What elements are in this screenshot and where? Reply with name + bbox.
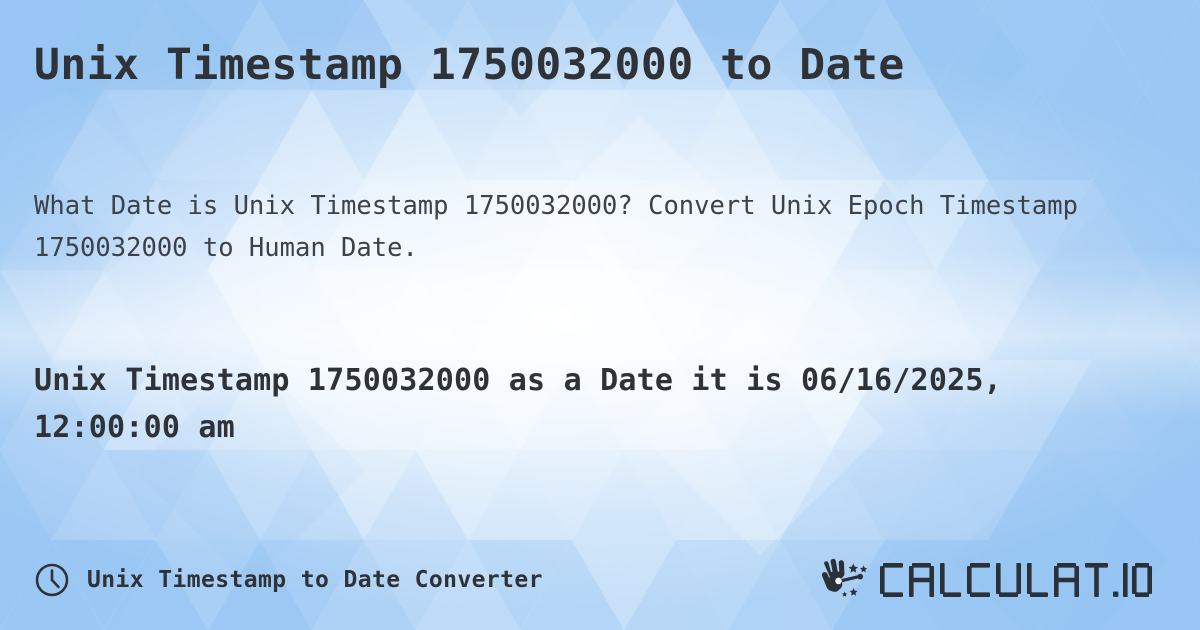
footer-brand: Unix Timestamp to Date Converter	[34, 562, 543, 598]
footer-label: Unix Timestamp to Date Converter	[87, 567, 543, 593]
page-title: Unix Timestamp 1750032000 to Date	[34, 40, 905, 90]
conversion-result: Unix Timestamp 1750032000 as a Date it i…	[34, 363, 1002, 445]
clock-icon	[35, 563, 69, 597]
hand-magic-wand-icon	[821, 558, 868, 597]
footer: Unix Timestamp to Date Converter	[0, 554, 1200, 606]
calculatio-logo[interactable]: CALCULAT.IO	[815, 557, 1152, 603]
logo-text: CALCULAT.IO	[880, 563, 1152, 597]
page-container: Unix Timestamp 1750032000 to Date What D…	[0, 0, 1200, 630]
page-description: What Date is Unix Timestamp 1750032000? …	[34, 191, 1078, 263]
